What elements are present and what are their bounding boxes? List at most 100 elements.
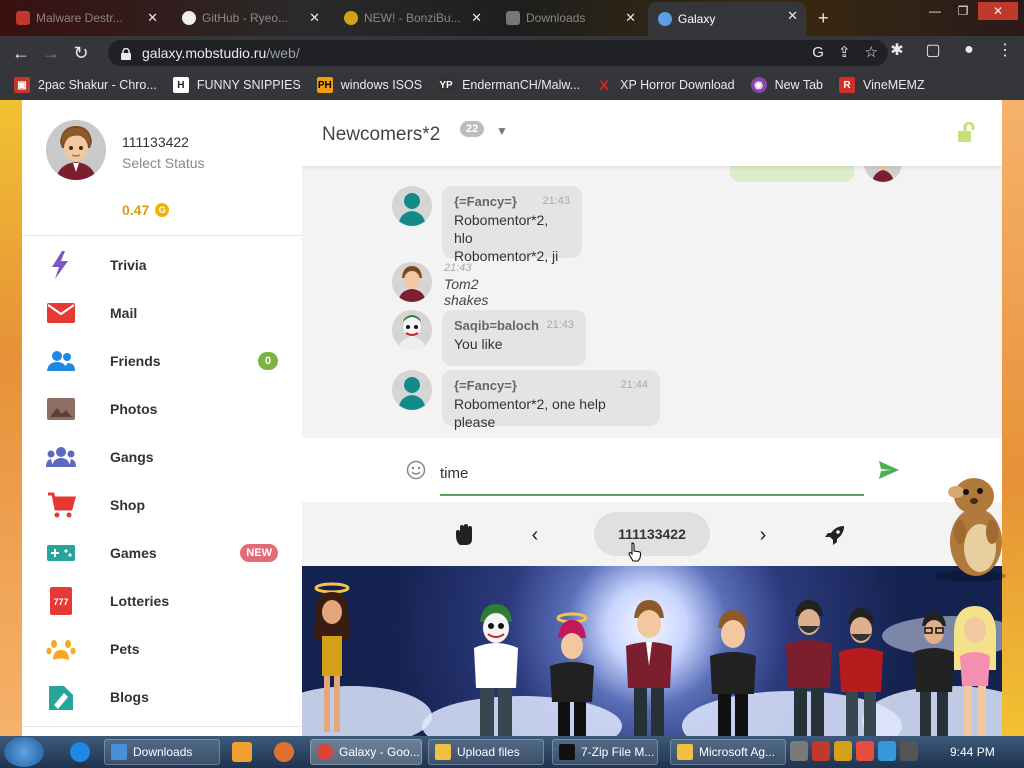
tab-close-icon[interactable]: ✕ [471, 10, 482, 26]
tab-close-icon[interactable]: ✕ [309, 10, 320, 26]
taskbar-button[interactable]: Downloads [104, 739, 220, 765]
status-selector[interactable]: Select Status [122, 155, 205, 171]
windows-taskbar: Downloads Galaxy - Goo... Upload files 7… [0, 736, 1024, 768]
share-icon[interactable]: ⇪ [838, 43, 851, 61]
ticket-icon: 777 [46, 587, 76, 615]
tray-icon[interactable] [834, 741, 852, 761]
coin-balance[interactable]: 0.47 G [122, 202, 170, 218]
browser-tab[interactable]: Downloads ✕ [496, 4, 644, 32]
sidebar-item-lotteries[interactable]: 777 Lotteries [22, 577, 302, 625]
bookmark-item[interactable]: ◉ New Tab [750, 77, 823, 93]
globe-icon: ◉ [750, 77, 767, 93]
sidebar-item-friends[interactable]: Friends 0 [22, 337, 302, 385]
sidebar-item-mail[interactable]: Mail [22, 289, 302, 337]
bookmark-item[interactable]: PH windows ISOS [316, 77, 422, 93]
browser-tab[interactable]: Malware Destr... ✕ [6, 4, 166, 32]
app-icon[interactable] [274, 742, 294, 762]
browser-tab[interactable]: GitHub - Ryeo... ✕ [172, 4, 328, 32]
chevron-left-icon[interactable]: ‹ [524, 524, 546, 546]
blog-icon [46, 683, 76, 711]
user-avatar[interactable] [392, 262, 432, 302]
taskbar-button[interactable]: Microsoft Ag... [670, 739, 786, 765]
lock-icon [120, 47, 132, 60]
tray-icon[interactable] [790, 741, 808, 761]
bookmark-item[interactable]: YP EndermanCH/Malw... [438, 77, 580, 93]
menu-kebab-icon[interactable]: ⋮ [994, 40, 1016, 60]
rocket-icon[interactable] [824, 524, 846, 546]
avatar-character [839, 608, 883, 736]
sidebar-item-blogs[interactable]: Blogs [22, 673, 302, 721]
galaxy-icon [658, 12, 672, 26]
reload-icon[interactable]: ↻ [66, 38, 96, 68]
new-tab-button[interactable]: + [818, 8, 829, 29]
emoji-icon[interactable] [406, 460, 426, 480]
profile-icon[interactable]: ● [958, 41, 980, 59]
window-close-icon[interactable]: ✕ [978, 2, 1018, 20]
message-bubble: {=Fancy=} 21:44 Robomentor*2, one help p… [442, 370, 660, 430]
upload-icon [435, 744, 451, 760]
sidebar-item-photos[interactable]: Photos [22, 385, 302, 433]
photos-icon [46, 395, 76, 423]
user-avatar[interactable] [392, 370, 432, 410]
browser-tab[interactable]: NEW! - BonziBu... ✕ [334, 4, 490, 32]
sidebar-item-games[interactable]: Games NEW [22, 529, 302, 577]
avatar-character [710, 610, 756, 736]
browser-tab-active[interactable]: Galaxy ✕ [648, 2, 806, 36]
room-title[interactable]: Newcomers*2 [322, 124, 440, 146]
hamster-sticker [930, 474, 1016, 584]
bookmark-star-icon[interactable]: ☆ [865, 43, 878, 61]
internet-explorer-icon[interactable] [70, 742, 90, 762]
bookmark-item[interactable]: X XP Horror Download [596, 77, 735, 93]
message-composer [302, 438, 1002, 502]
url-field[interactable]: galaxy.mobstudio.ru/web/ G ⇪ ☆ [108, 40, 888, 66]
media-player-icon[interactable] [232, 742, 252, 762]
tab-close-icon[interactable]: ✕ [625, 10, 636, 26]
pc-icon: ▣ [14, 77, 30, 93]
tray-icon[interactable] [856, 741, 874, 761]
sidebar-item-shop[interactable]: Shop [22, 481, 302, 529]
chevron-right-icon[interactable]: › [752, 524, 774, 546]
minimize-icon[interactable]: — [922, 2, 948, 20]
exit-room-icon[interactable] [956, 121, 978, 144]
message-bubble: Saqib=baloch 21:43 You like [442, 310, 586, 366]
bookmark-item[interactable]: H FUNNY SNIPPIES [172, 77, 301, 93]
taskbar-button-active[interactable]: Galaxy - Goo... [310, 739, 422, 765]
tray-icon[interactable] [812, 741, 830, 761]
avatars-banner [302, 566, 1002, 736]
send-icon[interactable] [878, 460, 900, 480]
bookmark-item[interactable]: ▣ 2pac Shakur - Chro... [14, 77, 157, 93]
maximize-icon[interactable]: ❐ [950, 2, 976, 20]
start-button[interactable] [4, 737, 44, 767]
user-avatar[interactable] [392, 310, 432, 350]
taskbar-button[interactable]: 7-Zip File M... [552, 739, 658, 765]
tab-close-icon[interactable]: ✕ [787, 8, 798, 24]
sidebar-item-gangs[interactable]: Gangs [22, 433, 302, 481]
paw-icon [46, 635, 76, 663]
message-author[interactable]: {=Fancy=} [454, 378, 648, 393]
back-icon[interactable]: ← [6, 38, 36, 68]
sidebar-item-pets[interactable]: Pets [22, 625, 302, 673]
message-bubble: {=Fancy=} 21:43 Robomentor*2, hlo Robome… [442, 186, 582, 264]
tray-icon[interactable] [900, 741, 918, 761]
google-lens-icon[interactable]: G [812, 44, 824, 61]
tab-close-icon[interactable]: ✕ [147, 10, 158, 26]
yp-logo-icon: YP [438, 77, 455, 93]
wave-hand-icon[interactable] [454, 524, 476, 546]
taskbar-button[interactable]: Upload files [428, 739, 544, 765]
side-panel-icon[interactable]: ▢ [922, 40, 944, 60]
message-input[interactable] [440, 452, 864, 496]
bookmark-item[interactable]: R VineMEMZ [839, 77, 925, 93]
chat-panel: Newcomers*2 22 ▼ {=Fancy=} 21:43 Robomen… [302, 100, 1002, 566]
sidebar-divider [22, 726, 302, 727]
message-time: 21:43 [444, 262, 472, 274]
chevron-down-icon[interactable]: ▼ [496, 124, 508, 138]
user-avatar[interactable] [392, 186, 432, 226]
user-id-pill[interactable]: 111133422 [594, 512, 710, 556]
avatar[interactable] [46, 120, 106, 180]
tray-icon[interactable] [878, 741, 896, 761]
extensions-icon[interactable]: ✱ [886, 40, 908, 60]
mail-icon [46, 299, 76, 327]
sidebar-item-trivia[interactable]: Trivia [22, 241, 302, 289]
forward-icon[interactable]: → [36, 38, 66, 68]
friends-count-badge: 0 [258, 352, 278, 370]
